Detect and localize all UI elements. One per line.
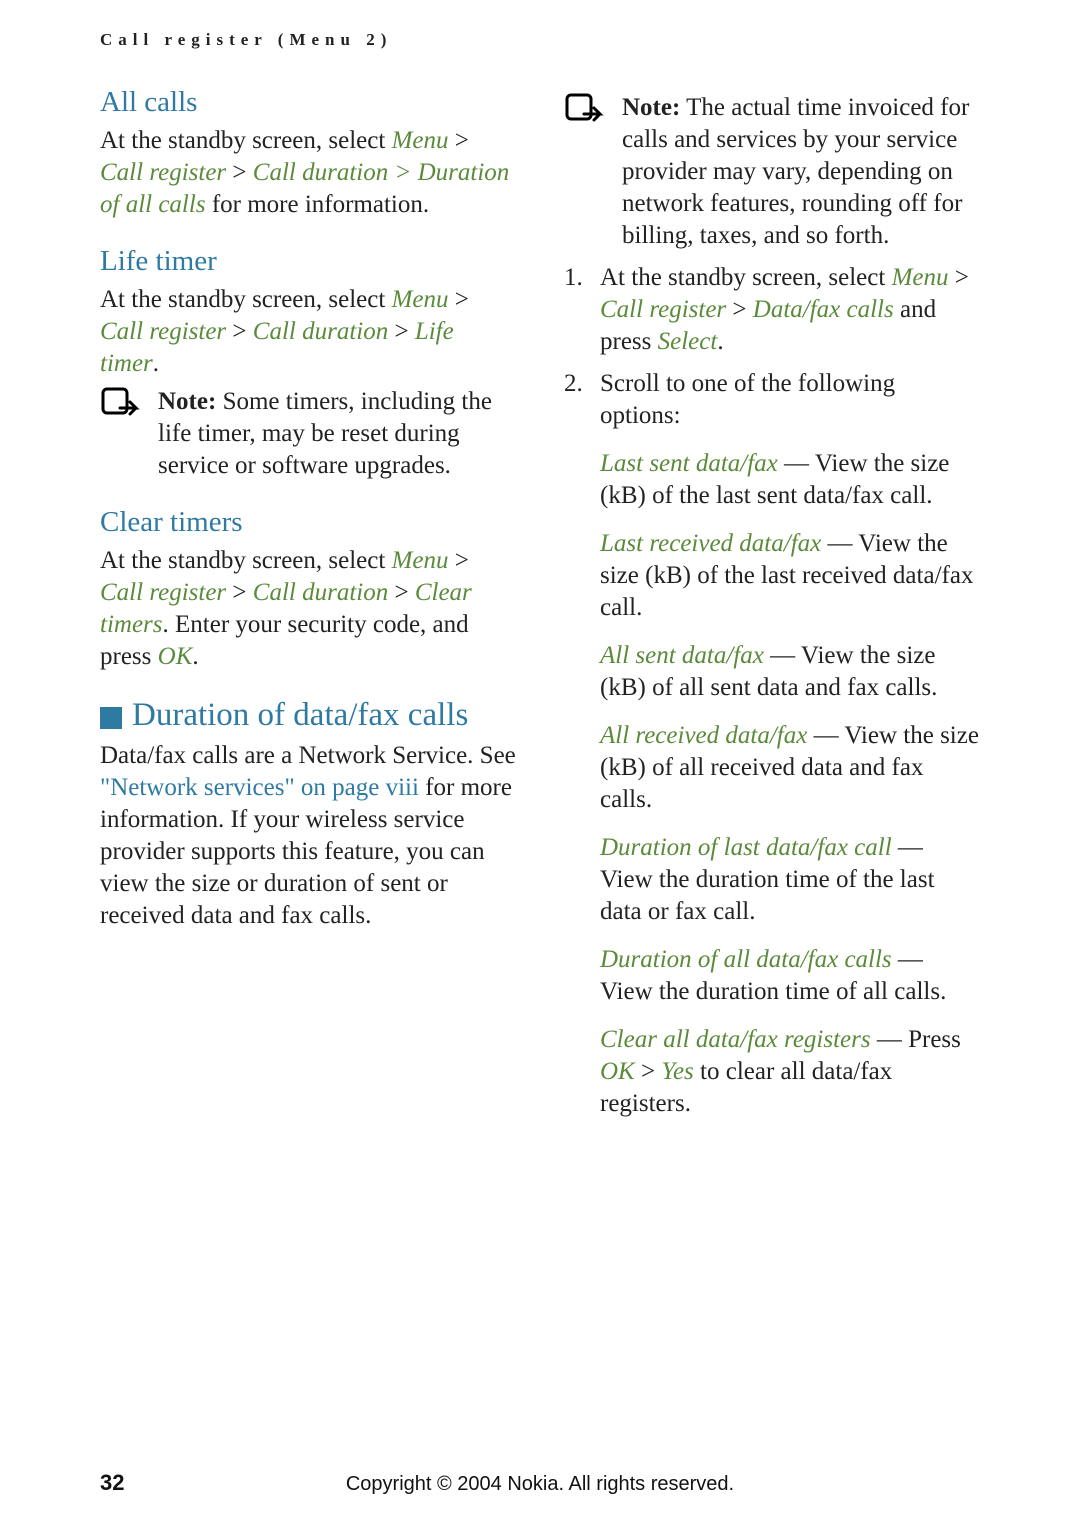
sep: >	[449, 286, 469, 313]
text: At the standby screen, select	[100, 127, 392, 154]
option-all-received: All received data/fax — View the size (k…	[564, 720, 980, 816]
clear-timers-paragraph: At the standby screen, select Menu > Cal…	[100, 545, 516, 673]
option-label: Last received data/fax	[600, 530, 821, 557]
step-1: At the standby screen, select Menu > Cal…	[564, 262, 980, 358]
menu-path: Menu	[392, 127, 449, 154]
option-last-sent: Last sent data/fax — View the size (kB) …	[564, 448, 980, 512]
heading-text: Duration of data/fax calls	[132, 697, 468, 734]
steps-list: At the standby screen, select Menu > Cal…	[564, 262, 980, 432]
option-clear-all: Clear all data/fax registers — Press OK …	[564, 1024, 980, 1120]
option-last-received: Last received data/fax — View the size (…	[564, 528, 980, 624]
footer-copyright: Copyright © 2004 Nokia. All rights reser…	[0, 1473, 1080, 1496]
sep: >	[949, 264, 969, 291]
sep: >	[449, 127, 469, 154]
option-duration-all: Duration of all data/fax calls — View th…	[564, 944, 980, 1008]
heading-clear-timers: Clear timers	[100, 506, 516, 539]
period: .	[153, 350, 159, 377]
note-label: Note:	[622, 94, 680, 121]
header-runner: Call register (Menu 2)	[100, 30, 980, 50]
text: At the standby screen, select	[600, 264, 892, 291]
link-network-services[interactable]: "Network services" on page viii	[100, 774, 419, 801]
note-text: Note: Some timers, including the life ti…	[158, 386, 516, 482]
option-label: Duration of last data/fax call	[600, 834, 892, 861]
option-label: All received data/fax	[600, 722, 807, 749]
period: .	[192, 643, 198, 670]
menu-path: OK	[158, 643, 193, 670]
heading-duration-datafax: Duration of data/fax calls	[100, 697, 516, 734]
sep: >	[226, 318, 253, 345]
option-label: Clear all data/fax registers	[600, 1026, 871, 1053]
note-invoice: Note: The actual time invoiced for calls…	[564, 92, 980, 252]
option-text: — Press	[871, 1026, 961, 1053]
step-2: Scroll to one of the following options:	[564, 368, 980, 432]
content-columns: All calls At the standby screen, select …	[100, 86, 980, 1120]
menu-path: Call register	[100, 579, 226, 606]
left-column: All calls At the standby screen, select …	[100, 86, 516, 1120]
all-calls-paragraph: At the standby screen, select Menu > Cal…	[100, 125, 516, 221]
sep: >	[388, 159, 417, 186]
option-all-sent: All sent data/fax — View the size (kB) o…	[564, 640, 980, 704]
note-icon	[100, 386, 144, 431]
sep: >	[635, 1058, 662, 1085]
menu-path: Call duration	[253, 159, 388, 186]
menu-path: Call register	[600, 296, 726, 323]
sep: >	[388, 579, 415, 606]
note-icon	[564, 92, 608, 137]
section-bullet-icon	[100, 707, 122, 729]
sep: >	[226, 159, 253, 186]
menu-path: OK	[600, 1058, 635, 1085]
menu-path: Data/fax calls	[753, 296, 894, 323]
sep: >	[226, 579, 253, 606]
menu-path: Menu	[392, 547, 449, 574]
menu-path: Call duration	[253, 579, 388, 606]
period: .	[717, 328, 723, 355]
option-label: Duration of all data/fax calls	[600, 946, 892, 973]
life-timer-paragraph: At the standby screen, select Menu > Cal…	[100, 284, 516, 380]
option-label: Last sent data/fax	[600, 450, 778, 477]
text: At the standby screen, select	[100, 547, 392, 574]
text: At the standby screen, select	[100, 286, 392, 313]
menu-path: Menu	[892, 264, 949, 291]
sep: >	[449, 547, 469, 574]
option-duration-last: Duration of last data/fax call — View th…	[564, 832, 980, 928]
heading-all-calls: All calls	[100, 86, 516, 119]
menu-path: Yes	[661, 1058, 693, 1085]
menu-path: Call register	[100, 318, 226, 345]
text: for more information.	[206, 191, 430, 218]
menu-path: Call duration	[253, 318, 388, 345]
note-text: Note: The actual time invoiced for calls…	[622, 92, 980, 252]
heading-life-timer: Life timer	[100, 245, 516, 278]
menu-path: Call register	[100, 159, 226, 186]
note-life-timer: Note: Some timers, including the life ti…	[100, 386, 516, 482]
sep: >	[726, 296, 753, 323]
menu-path: Select	[658, 328, 718, 355]
text: Data/fax calls are a Network Service. Se…	[100, 742, 516, 769]
right-column: Note: The actual time invoiced for calls…	[564, 86, 980, 1120]
menu-path: Menu	[392, 286, 449, 313]
duration-paragraph: Data/fax calls are a Network Service. Se…	[100, 740, 516, 932]
note-label: Note:	[158, 388, 216, 415]
option-label: All sent data/fax	[600, 642, 764, 669]
sep: >	[388, 318, 415, 345]
